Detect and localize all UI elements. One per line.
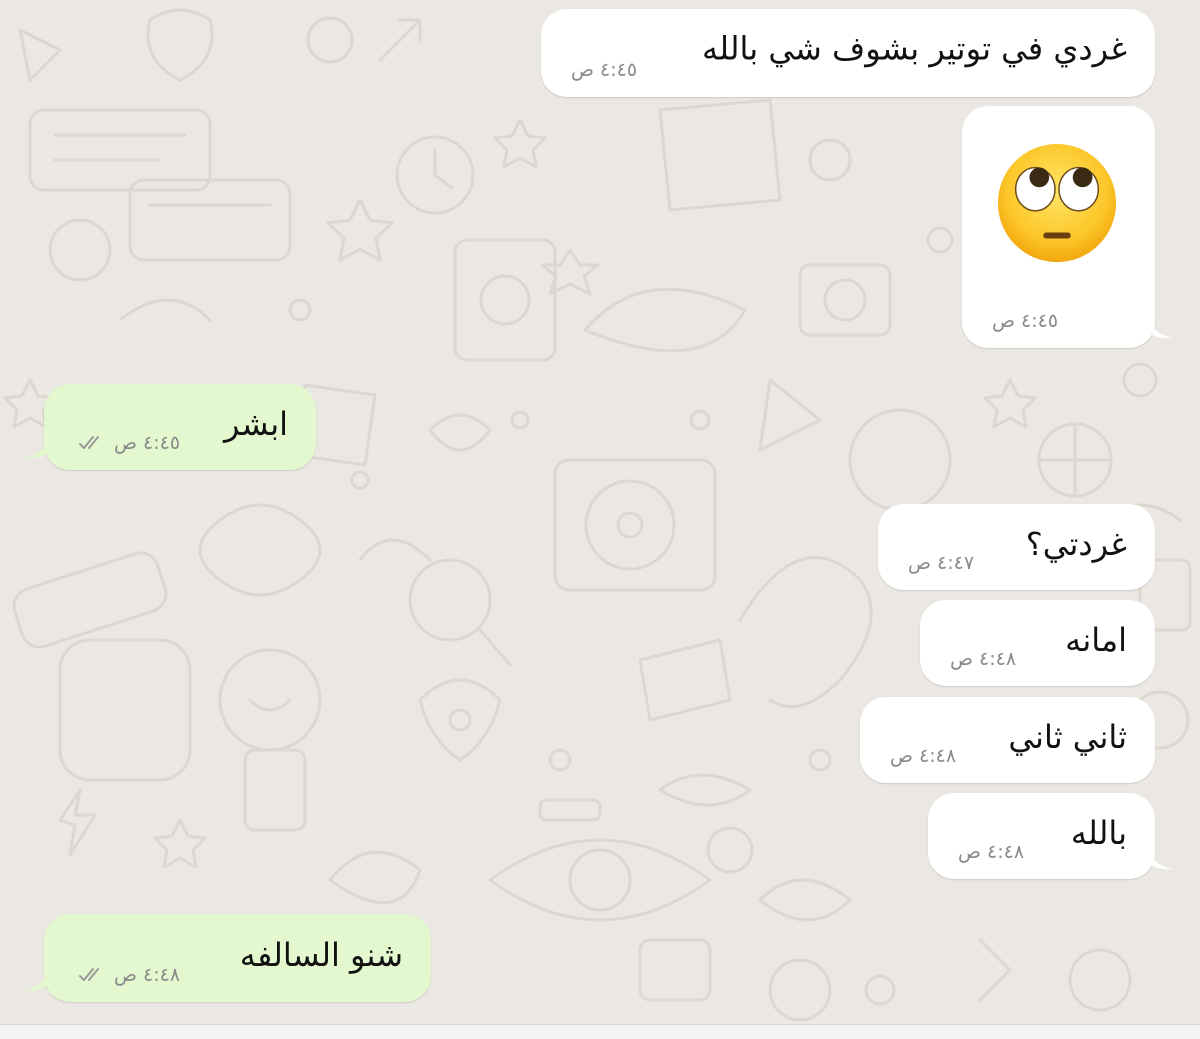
message-text: امانه [1065,620,1127,659]
message-time: ٤:٤٧ ص [908,552,975,574]
message-text: ثاني ثاني [1008,717,1127,756]
incoming-message[interactable]: بالله ٤:٤٨ ص [928,793,1173,879]
message-time: ٤:٤٥ ص [571,59,638,81]
double-check-icon [79,436,99,449]
message-time: ٤:٤٥ ص [78,432,180,454]
message-text: ابشر [224,404,288,443]
message-time: ٤:٤٨ ص [78,964,180,986]
chat-view[interactable]: غردي في توتير بشوف شي بالله ٤:٤٥ ص ٤:٤٥ … [0,0,1200,1024]
incoming-message[interactable]: ثاني ثاني ٤:٤٨ ص [860,697,1155,783]
incoming-emoji-message[interactable]: ٤:٤٥ ص [962,106,1173,348]
message-text: شنو السالفه [239,935,403,974]
message-time: ٤:٤٨ ص [890,745,957,767]
message-text: بالله [1070,813,1127,852]
incoming-message[interactable]: غردي في توتير بشوف شي بالله ٤:٤٥ ص [541,9,1155,97]
bubble-tail [1147,314,1173,339]
message-time: ٤:٤٨ ص [958,841,1025,863]
face-with-rolling-eyes-icon [997,143,1117,263]
bubble-tail [1147,845,1173,870]
message-time: ٤:٤٥ ص [992,310,1059,332]
outgoing-message[interactable]: ابشر ٤:٤٥ ص [24,384,316,470]
outgoing-message[interactable]: شنو السالفه ٤:٤٨ ص [24,914,431,1002]
incoming-message[interactable]: غردتي؟ ٤:٤٧ ص [878,504,1155,590]
bubble-tail [24,966,50,991]
message-text: غردتي؟ [1025,524,1127,563]
message-text: غردي في توتير بشوف شي بالله [702,29,1127,68]
bottom-divider [0,1024,1200,1039]
message-time: ٤:٤٨ ص [950,648,1017,670]
bubble-tail [24,434,50,459]
double-check-icon [79,968,99,981]
incoming-message[interactable]: امانه ٤:٤٨ ص [920,600,1155,686]
